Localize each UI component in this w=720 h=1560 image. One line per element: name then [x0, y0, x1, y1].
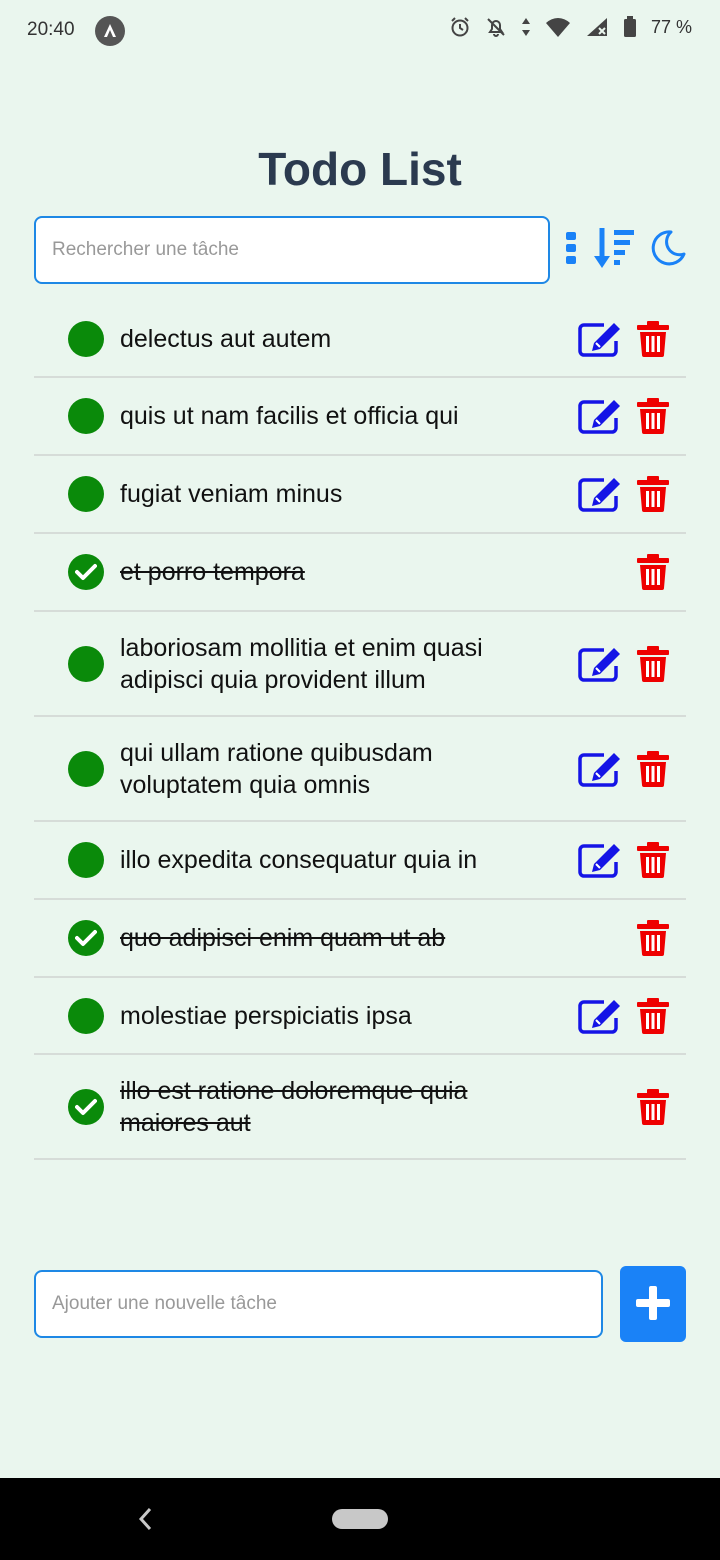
todo-text: quo adipisci enim quam ut ab	[120, 924, 446, 952]
todo-text: qui ullam ratione quibusdam voluptatem q…	[120, 738, 433, 799]
status-circle-icon[interactable]	[68, 842, 104, 878]
app-notification-icon	[95, 16, 125, 46]
status-circle-icon[interactable]	[68, 476, 104, 512]
trash-icon[interactable]	[636, 920, 670, 956]
plus-icon	[636, 1285, 670, 1323]
trash-icon[interactable]	[636, 750, 670, 787]
status-icons: 77 %	[449, 16, 692, 38]
status-circle-icon[interactable]	[68, 321, 104, 357]
trash-icon[interactable]	[636, 645, 670, 682]
trash-icon[interactable]	[636, 842, 670, 878]
new-task-input[interactable]	[34, 1270, 603, 1338]
todo-text: molestiae perspiciatis ipsa	[120, 1001, 412, 1030]
edit-icon[interactable]	[578, 646, 622, 682]
trash-icon[interactable]	[636, 476, 670, 512]
battery-percentage: 77 %	[650, 16, 692, 37]
todo-item: quo adipisci enim quam ut ab	[34, 900, 686, 978]
edit-icon[interactable]	[578, 998, 622, 1034]
todo-text: fugiat veniam minus	[120, 480, 343, 508]
status-circle-icon[interactable]	[68, 997, 104, 1034]
todo-list: delectus aut autem quis ut nam facilis et…	[34, 302, 686, 1160]
cell-signal-icon	[585, 16, 609, 38]
todo-item: illo est ratione doloremque quia maiores…	[34, 1055, 686, 1160]
moon-icon	[649, 229, 687, 272]
todo-item: qui ullam ratione quibusdam voluptatem q…	[34, 717, 686, 822]
edit-icon[interactable]	[578, 321, 622, 357]
todo-text: laboriosam mollitia et enim quasi adipis…	[120, 633, 483, 694]
navigation-bar	[0, 1478, 720, 1560]
sort-button[interactable]	[592, 226, 636, 275]
back-icon[interactable]	[136, 1506, 156, 1537]
check-circle-icon[interactable]	[68, 554, 104, 590]
trash-icon[interactable]	[636, 554, 670, 590]
wifi-icon	[545, 16, 571, 38]
todo-text: illo expedita consequatur quia in	[120, 846, 478, 874]
trash-icon[interactable]	[636, 398, 670, 434]
alarm-icon	[449, 16, 471, 38]
todo-item: fugiat veniam minus	[34, 456, 686, 534]
trash-icon[interactable]	[636, 1088, 670, 1125]
status-circle-icon[interactable]	[68, 750, 104, 787]
todo-item: molestiae perspiciatis ipsa	[34, 978, 686, 1055]
status-time: 20:40	[27, 19, 75, 40]
edit-icon[interactable]	[578, 476, 622, 512]
edit-icon[interactable]	[578, 842, 622, 878]
todo-text: quis ut nam facilis et officia qui	[120, 402, 459, 430]
page-title: Todo List	[258, 143, 462, 195]
todo-text: et porro tempora	[120, 558, 305, 586]
search-input[interactable]	[34, 216, 550, 284]
todo-item: illo expedita consequatur quia in	[34, 822, 686, 900]
data-arrows-icon	[521, 16, 531, 38]
status-circle-icon[interactable]	[68, 398, 104, 434]
todo-text: delectus aut autem	[120, 325, 332, 353]
todo-item: delectus aut autem	[34, 302, 686, 378]
trash-icon[interactable]	[636, 321, 670, 357]
status-bar: 20:40 77 %	[0, 0, 720, 62]
edit-icon[interactable]	[578, 398, 622, 434]
dark-mode-toggle[interactable]	[648, 228, 688, 272]
todo-item: laboriosam mollitia et enim quasi adipis…	[34, 612, 686, 717]
notifications-off-icon	[485, 16, 507, 38]
more-options-button[interactable]	[562, 228, 580, 272]
sort-icon	[592, 226, 636, 275]
more-vertical-icon	[565, 230, 577, 271]
check-circle-icon[interactable]	[68, 920, 104, 956]
edit-icon[interactable]	[578, 751, 622, 787]
home-pill[interactable]	[332, 1509, 388, 1529]
trash-icon[interactable]	[636, 997, 670, 1034]
todo-item: et porro tempora	[34, 534, 686, 612]
status-circle-icon[interactable]	[68, 645, 104, 682]
check-circle-icon[interactable]	[68, 1088, 104, 1125]
todo-item: quis ut nam facilis et officia qui	[34, 378, 686, 456]
todo-text: illo est ratione doloremque quia maiores…	[120, 1076, 468, 1137]
battery-icon	[623, 16, 637, 38]
add-task-button[interactable]	[620, 1266, 686, 1342]
